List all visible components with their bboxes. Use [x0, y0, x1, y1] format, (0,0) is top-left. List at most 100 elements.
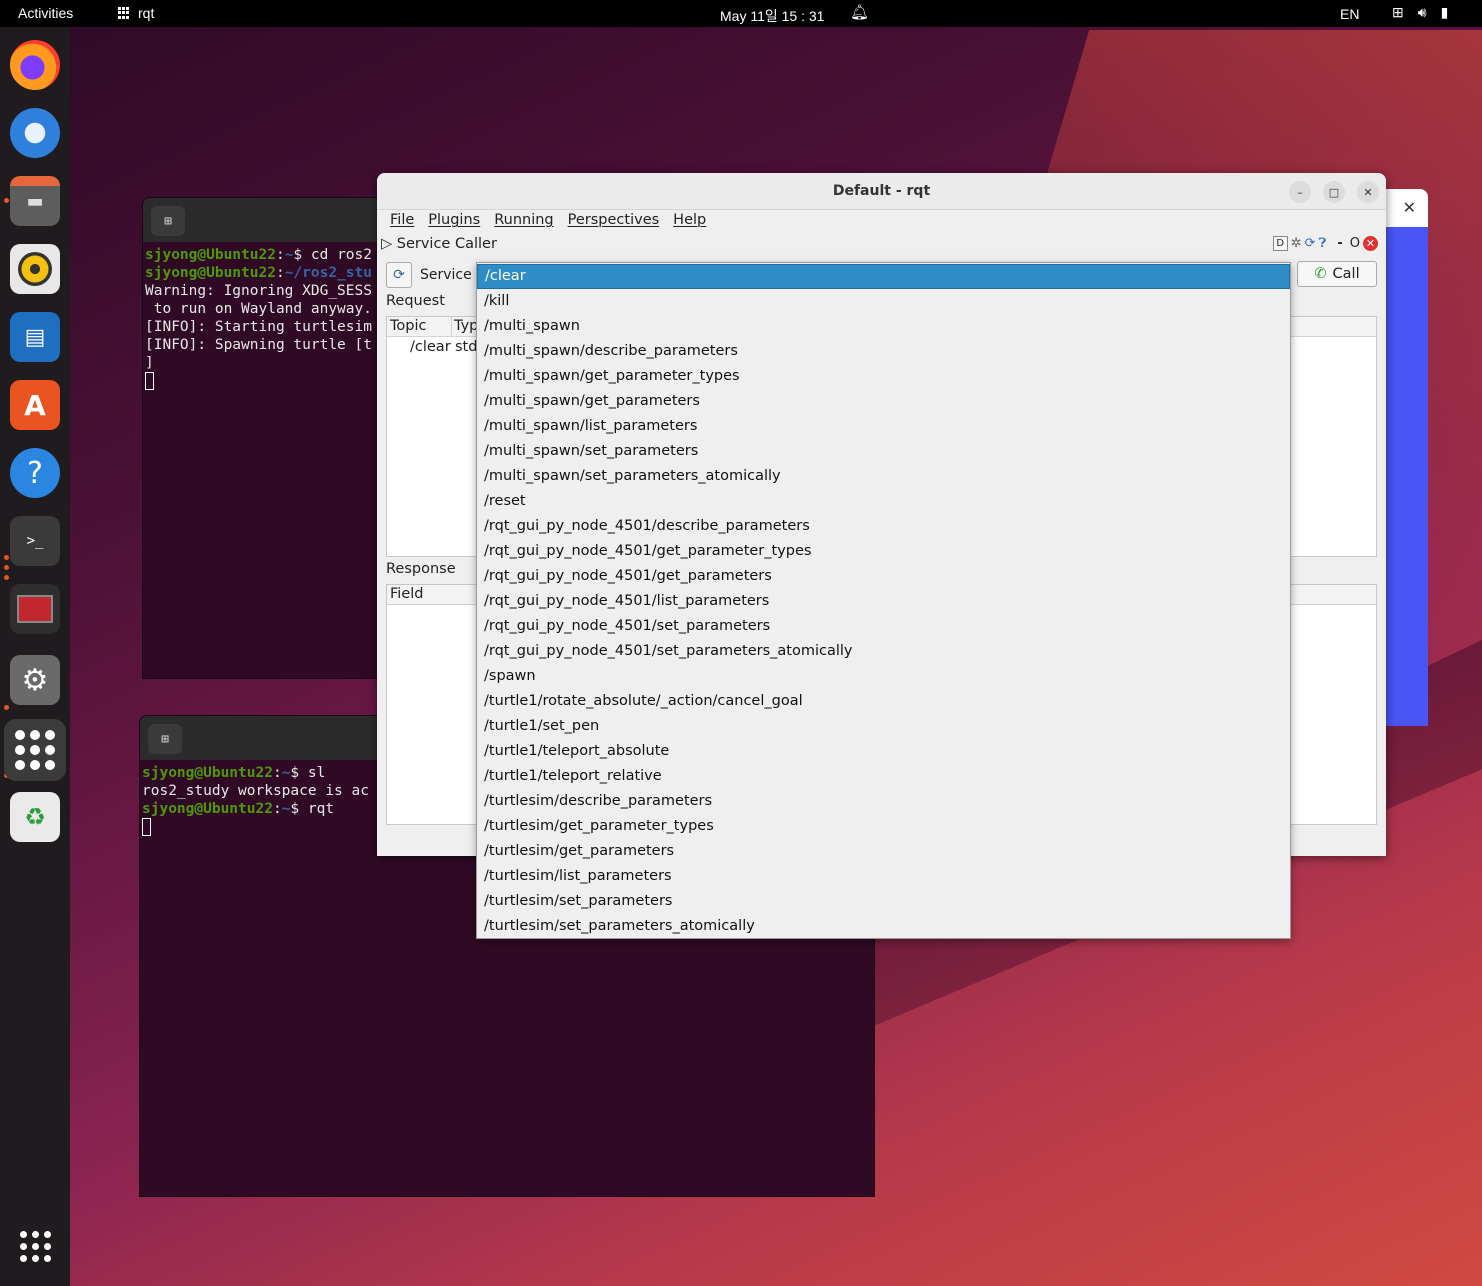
- service-option[interactable]: /turtlesim/describe_parameters: [477, 789, 1290, 814]
- top-bar: Activities rqt May 11일 15 : 31 🔔︎ EN ⊞ 🔊…: [0, 0, 1482, 27]
- firefox-icon[interactable]: [10, 40, 60, 90]
- app-grid-icon: [118, 7, 130, 19]
- terminal-icon[interactable]: >_: [10, 516, 60, 566]
- output-line: to run on Wayland anyway.: [145, 301, 372, 317]
- activities-button[interactable]: Activities: [18, 5, 73, 21]
- network-icon: ⊞: [1392, 4, 1404, 20]
- terminal-cursor: [142, 818, 151, 836]
- minimize-icon[interactable]: –: [1289, 181, 1311, 203]
- service-option[interactable]: /multi_spawn/describe_parameters: [477, 339, 1290, 364]
- output-line: Warning: Ignoring XDG_SESS: [145, 283, 372, 299]
- writer-icon[interactable]: ▤: [10, 312, 60, 362]
- reload-icon[interactable]: ⟳: [1305, 236, 1316, 251]
- output-line: [INFO]: Spawning turtle [t: [145, 337, 372, 353]
- terminal-header: ⊞: [143, 198, 391, 242]
- request-type-cell[interactable]: std: [455, 339, 477, 355]
- language-indicator[interactable]: EN: [1340, 6, 1359, 22]
- prompt-path: ~/ros2_stu: [284, 265, 372, 281]
- service-option[interactable]: /reset: [477, 489, 1290, 514]
- menu-file[interactable]: File: [383, 210, 421, 232]
- call-button[interactable]: ✆ Call: [1297, 261, 1377, 287]
- service-option[interactable]: /turtle1/rotate_absolute/_action/cancel_…: [477, 689, 1290, 714]
- app-center-icon[interactable]: A: [10, 380, 60, 430]
- service-option[interactable]: /kill: [477, 289, 1290, 314]
- service-option[interactable]: /multi_spawn/get_parameters: [477, 389, 1290, 414]
- request-label: Request: [386, 293, 445, 309]
- service-option[interactable]: /turtlesim/set_parameters_atomically: [477, 914, 1290, 939]
- service-option[interactable]: /rqt_gui_py_node_4501/describe_parameter…: [477, 514, 1290, 539]
- service-option[interactable]: /rqt_gui_py_node_4501/set_parameters_ato…: [477, 639, 1290, 664]
- column-type[interactable]: Typ: [454, 318, 478, 334]
- request-topic-cell[interactable]: /clear: [410, 339, 451, 355]
- help-icon[interactable]: ❓︎: [1319, 236, 1327, 251]
- service-option[interactable]: /turtlesim/get_parameter_types: [477, 814, 1290, 839]
- float-plugin-button[interactable]: O: [1350, 236, 1360, 251]
- menu-help[interactable]: Help: [666, 210, 713, 232]
- clock[interactable]: May 11일 15 : 31: [720, 6, 824, 26]
- menu-plugins[interactable]: Plugins: [421, 210, 487, 232]
- service-option[interactable]: /clear: [477, 264, 1290, 289]
- bell-icon[interactable]: 🔔︎: [850, 3, 869, 21]
- service-option[interactable]: /turtlesim/set_parameters: [477, 889, 1290, 914]
- app-menu[interactable]: rqt: [118, 5, 154, 21]
- help-icon[interactable]: ?: [10, 448, 60, 498]
- prompt-user: sjyong@Ubuntu22: [142, 801, 273, 817]
- menu-running[interactable]: Running: [487, 210, 560, 232]
- service-option[interactable]: /multi_spawn/get_parameter_types: [477, 364, 1290, 389]
- system-tray[interactable]: ⊞ 🔊︎ ▮: [1392, 4, 1448, 21]
- terminal-output[interactable]: sjyong@Ubuntu22:~$ cd ros2 sjyong@Ubuntu…: [143, 242, 391, 394]
- refresh-icon[interactable]: ⟳: [386, 262, 412, 288]
- plugin-title[interactable]: ▷ Service Caller: [381, 236, 497, 252]
- service-option[interactable]: /multi_spawn/set_parameters: [477, 439, 1290, 464]
- new-tab-icon[interactable]: ⊞: [148, 724, 182, 754]
- service-option[interactable]: /turtle1/teleport_absolute: [477, 739, 1290, 764]
- terminator-icon[interactable]: [10, 584, 60, 634]
- close-plugin-icon[interactable]: ✕: [1363, 236, 1378, 251]
- column-topic[interactable]: Topic: [390, 318, 426, 334]
- response-label: Response: [386, 561, 456, 577]
- turtlesim-window[interactable]: ✕: [1380, 189, 1428, 726]
- service-option[interactable]: /rqt_gui_py_node_4501/set_parameters: [477, 614, 1290, 639]
- files-icon[interactable]: ▬: [10, 176, 60, 226]
- minimize-plugin-button[interactable]: -: [1337, 236, 1342, 251]
- thunderbird-icon[interactable]: [10, 108, 60, 158]
- new-tab-icon[interactable]: ⊞: [151, 206, 185, 236]
- service-option[interactable]: /rqt_gui_py_node_4501/list_parameters: [477, 589, 1290, 614]
- service-option[interactable]: /rqt_gui_py_node_4501/get_parameters: [477, 564, 1290, 589]
- command-text: $ cd ros2: [293, 247, 372, 263]
- triangle-icon: ▷: [381, 236, 397, 252]
- service-option[interactable]: /turtle1/set_pen: [477, 714, 1290, 739]
- prompt-user: sjyong@Ubuntu22: [145, 247, 276, 263]
- service-option[interactable]: /multi_spawn/set_parameters_atomically: [477, 464, 1290, 489]
- service-option[interactable]: /turtle1/teleport_relative: [477, 764, 1290, 789]
- command-text: $ rqt: [290, 801, 335, 817]
- close-icon[interactable]: ✕: [1357, 181, 1379, 203]
- rhythmbox-icon[interactable]: [10, 244, 60, 294]
- service-option[interactable]: /multi_spawn/list_parameters: [477, 414, 1290, 439]
- service-option[interactable]: /spawn: [477, 664, 1290, 689]
- dock-toggle-button[interactable]: D: [1272, 236, 1288, 251]
- service-option[interactable]: /turtlesim/list_parameters: [477, 864, 1290, 889]
- show-apps-icon[interactable]: [10, 1221, 60, 1271]
- service-option[interactable]: /turtlesim/get_parameters: [477, 839, 1290, 864]
- window-titlebar[interactable]: Default - rqt – □ ✕: [377, 173, 1386, 210]
- rqt-app-icon[interactable]: [4, 719, 66, 781]
- running-indicator: [4, 705, 9, 710]
- service-label: Service: [420, 267, 472, 283]
- settings-gear-icon[interactable]: ⚙: [10, 655, 60, 705]
- service-option[interactable]: /multi_spawn: [477, 314, 1290, 339]
- app-name: rqt: [138, 5, 155, 21]
- terminal-window[interactable]: ⊞ sjyong@Ubuntu22:~$ cd ros2 sjyong@Ubun…: [142, 197, 392, 679]
- prompt-user: sjyong@Ubuntu22: [142, 765, 273, 781]
- running-indicator: [4, 555, 9, 560]
- running-indicator: [4, 198, 9, 203]
- menu-perspectives[interactable]: Perspectives: [561, 210, 667, 232]
- close-icon[interactable]: ✕: [1403, 198, 1416, 217]
- maximize-icon[interactable]: □: [1323, 181, 1345, 203]
- menu-bar: File Plugins Running Perspectives Help: [377, 210, 713, 232]
- trash-icon[interactable]: ♻: [10, 792, 60, 842]
- column-field[interactable]: Field: [390, 586, 423, 602]
- settings-icon[interactable]: ✲: [1291, 236, 1302, 251]
- service-option[interactable]: /rqt_gui_py_node_4501/get_parameter_type…: [477, 539, 1290, 564]
- service-dropdown-list[interactable]: /clear/kill/multi_spawn/multi_spawn/desc…: [476, 262, 1291, 939]
